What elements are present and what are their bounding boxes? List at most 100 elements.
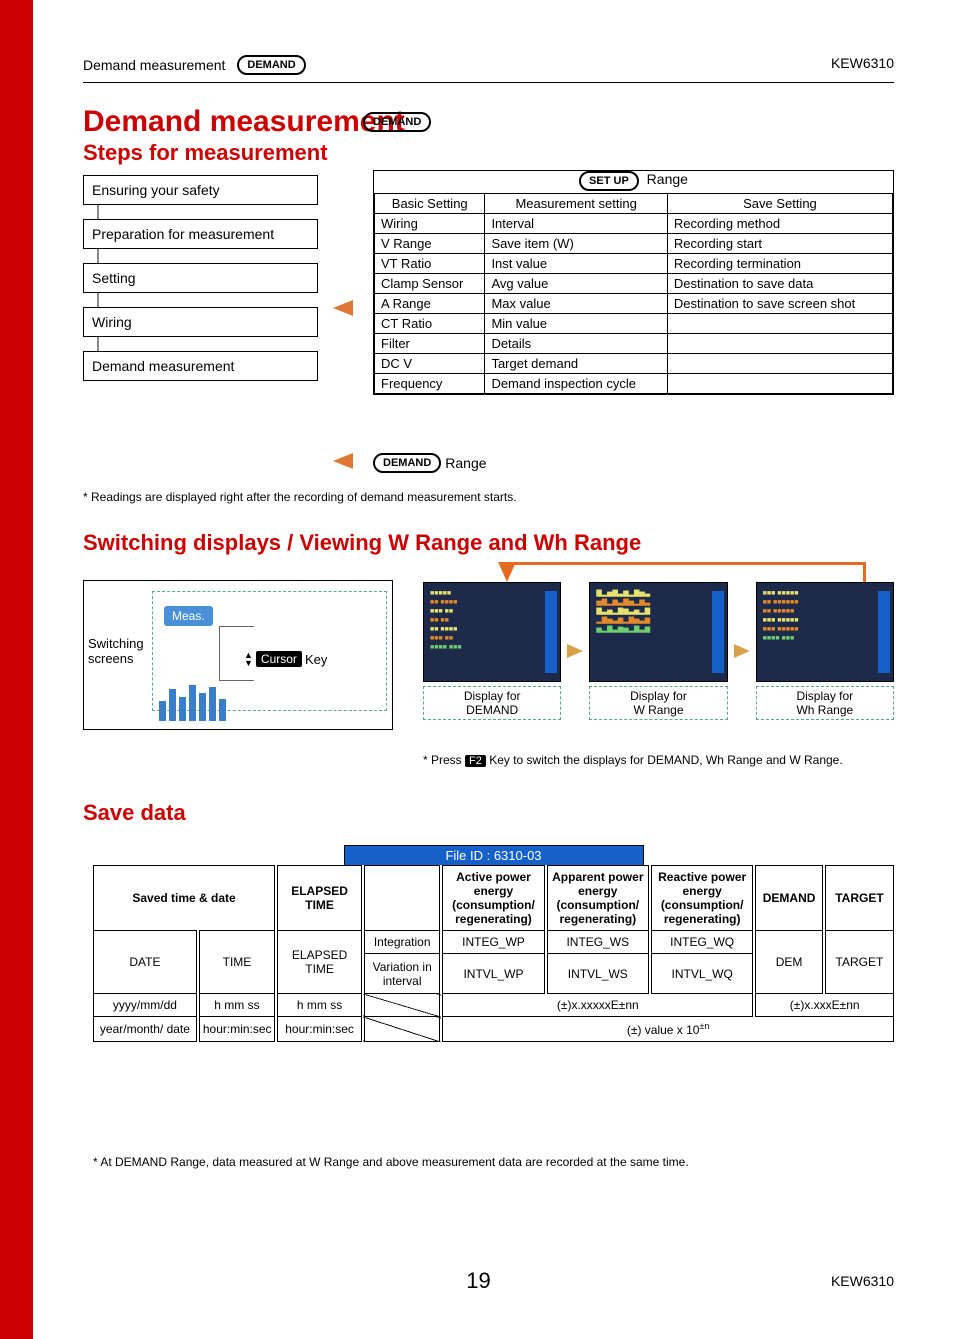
section-switching-title: Switching displays / Viewing W Range and… <box>83 530 641 556</box>
cell: Destination to save data <box>667 274 892 294</box>
page-subtitle: Steps for measurement <box>83 140 328 166</box>
footnote-f2: * Press F2 Key to switch the displays fo… <box>423 753 894 767</box>
flow-step-setting: Setting <box>83 263 318 293</box>
screen-caption-demand: Display forDEMAND <box>423 686 561 720</box>
cell: Inst value <box>485 254 667 274</box>
demand-range-pill: DEMAND <box>373 453 441 473</box>
arrow-left-icon <box>333 453 353 469</box>
setup-hdr-basic: Basic Setting <box>375 194 485 214</box>
cell: Destination to save screen shot <box>667 294 892 314</box>
cell-integ-ws: INTEG_WS <box>546 931 650 954</box>
cell: Min value <box>485 314 667 334</box>
cell-elapsed-desc: hour:min:sec <box>276 1017 363 1042</box>
cell-date-desc: year/month/ date <box>94 1017 198 1042</box>
model-bottom: KEW6310 <box>831 1273 894 1289</box>
screen-caption-whrange: Display forWh Range <box>756 686 894 720</box>
hdr-demand: DEMAND <box>754 866 824 931</box>
cell-date-fmt: yyyy/mm/dd <box>94 994 198 1017</box>
setup-hdr-meas: Measurement setting <box>485 194 667 214</box>
cell-elapsed-fmt: h mm ss <box>276 994 363 1017</box>
cell-val-fmt2: (±)x.xxxE±nn <box>754 994 893 1017</box>
cell: Clamp Sensor <box>375 274 485 294</box>
cell <box>667 334 892 354</box>
connector-line <box>863 562 866 582</box>
cell: Wiring <box>375 214 485 234</box>
connector-line <box>503 562 863 565</box>
breadcrumb: Demand measurement <box>83 57 225 73</box>
save-table: Saved time & date ELAPSED TIME Active po… <box>93 865 894 1042</box>
cell-intvl-ws: INTVL_WS <box>546 954 650 994</box>
arrow-down-icon <box>498 562 516 582</box>
cell-intvl-wq: INTVL_WQ <box>650 954 754 994</box>
model-top: KEW6310 <box>831 55 894 75</box>
footnote-readings: * Readings are displayed right after the… <box>83 490 517 504</box>
cell-date: DATE <box>94 931 198 994</box>
cell: Target demand <box>485 354 667 374</box>
cell-integ-wq: INTEG_WQ <box>650 931 754 954</box>
hdr-target: TARGET <box>824 866 894 931</box>
slash-cell <box>363 1017 441 1042</box>
cell: Details <box>485 334 667 354</box>
flow-step-wiring: Wiring <box>83 307 318 337</box>
hdr-apparent: Apparent power energy (consumption/ rege… <box>546 866 650 931</box>
arrow-left-icon <box>333 300 353 316</box>
cell: DC V <box>375 354 485 374</box>
f2-key-chip: F2 <box>465 755 486 767</box>
cell-intvl-wp: INTVL_WP <box>441 954 545 994</box>
cell: Recording termination <box>667 254 892 274</box>
cell-dem: DEM <box>754 931 824 994</box>
meas-chip: Meas. <box>164 606 213 626</box>
section-save-title: Save data <box>83 800 186 826</box>
bars-icon <box>159 681 229 721</box>
arrow-right-icon <box>567 644 583 658</box>
cell <box>667 354 892 374</box>
page-title: Demand measurement <box>83 105 405 139</box>
hdr-elapsed: ELAPSED TIME <box>276 866 363 931</box>
flow-step-prep: Preparation for measurement <box>83 219 318 249</box>
cell-target: TARGET <box>824 931 894 994</box>
switching-label: Switching screens <box>88 636 152 666</box>
page-number: 19 <box>3 1268 954 1294</box>
demand-range-word: Range <box>445 455 486 471</box>
cell <box>667 374 892 394</box>
hdr-active: Active power energy (consumption/ regene… <box>441 866 545 931</box>
cell-time-fmt: h mm ss <box>198 994 276 1017</box>
flow-step-demand: Demand measurement <box>83 351 318 381</box>
switching-panel: Switching screens Meas. ▲▼ Cursor Key <box>83 580 393 730</box>
cell: Interval <box>485 214 667 234</box>
flow-step-safety: Ensuring your safety <box>83 175 318 205</box>
cell-elapsed: ELAPSED TIME <box>276 931 363 994</box>
setup-table: Basic Setting Measurement setting Save S… <box>374 193 893 394</box>
cell-time: TIME <box>198 931 276 994</box>
cell: Save item (W) <box>485 234 667 254</box>
arrow-right-icon <box>734 644 750 658</box>
cell: Demand inspection cycle <box>485 374 667 394</box>
setup-range-word: Range <box>647 171 688 187</box>
screen-demand: ■■■■■■■ ■■■■ ■■■ ■■■■ ■■ ■■ ■■■■■■■ ■■ ■… <box>423 582 561 682</box>
cell: Recording method <box>667 214 892 234</box>
cell: V Range <box>375 234 485 254</box>
cell-val-desc: (±) value x 10±n <box>441 1017 893 1042</box>
cell: CT Ratio <box>375 314 485 334</box>
setup-pill: SET UP <box>579 171 639 191</box>
cell <box>667 314 892 334</box>
hdr-blank <box>363 866 441 931</box>
setup-hdr-save: Save Setting <box>667 194 892 214</box>
file-id-label: File ID : 6310-03 <box>344 845 644 865</box>
cell: Frequency <box>375 374 485 394</box>
screen-wrange: ▇▂▅▇▃▆▂▇▅▃ ▅▇▂▆▃▇▅▂▆▃ ▇▃▅▂▇▆▃▅▂▇ ▂▇▅▃▆▂▇… <box>589 582 727 682</box>
hdr-saved: Saved time & date <box>94 866 277 931</box>
cell: Avg value <box>485 274 667 294</box>
cell: Max value <box>485 294 667 314</box>
cursor-icon: ▲▼ <box>244 651 253 667</box>
cell: Filter <box>375 334 485 354</box>
cell: A Range <box>375 294 485 314</box>
demand-pill-title: DEMAND <box>363 112 431 132</box>
cell: Recording start <box>667 234 892 254</box>
screen-caption-wrange: Display forW Range <box>589 686 727 720</box>
cell-time-desc: hour:min:sec <box>198 1017 276 1042</box>
cursor-chip: Cursor <box>256 651 302 667</box>
cell: VT Ratio <box>375 254 485 274</box>
hdr-reactive: Reactive power energy (consumption/ rege… <box>650 866 754 931</box>
demand-pill-header: DEMAND <box>237 55 305 75</box>
